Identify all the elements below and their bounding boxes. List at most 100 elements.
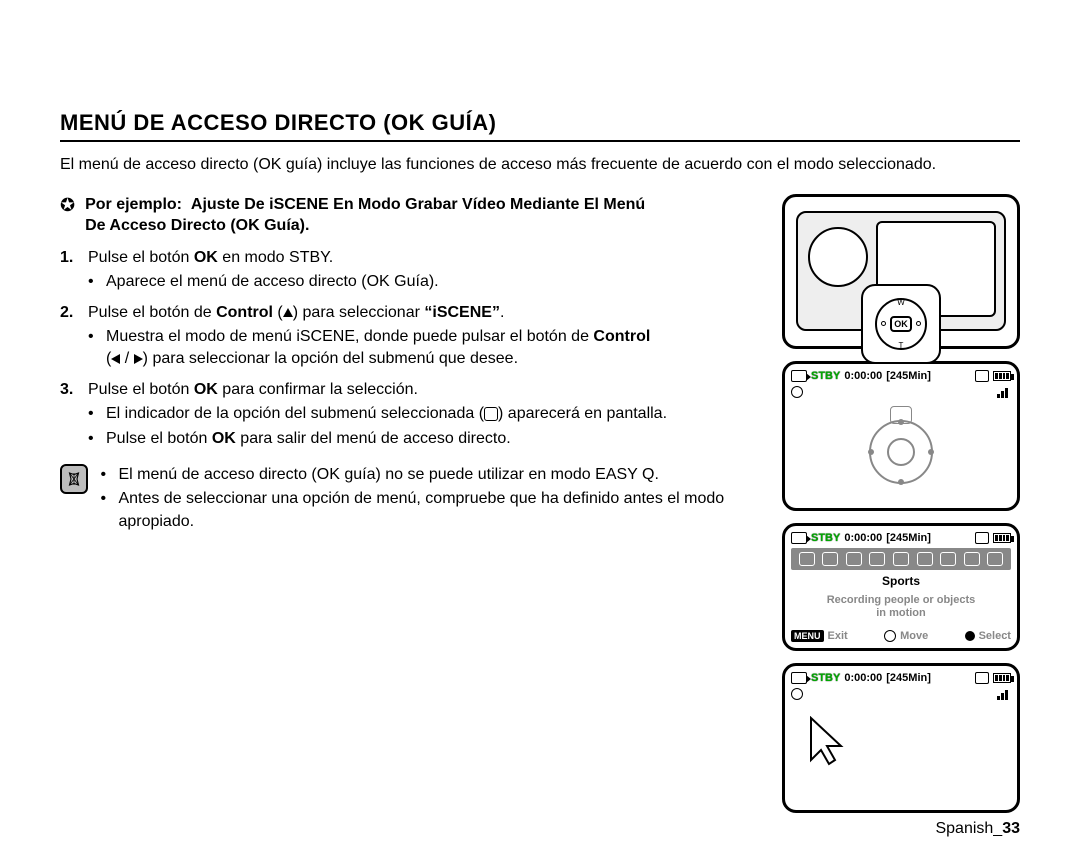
ok-button-icon: OK: [890, 316, 912, 332]
rec-time: 0:00:00: [844, 532, 882, 544]
scene-icon-3: [846, 552, 862, 566]
example-line2: De Acceso Directo (OK Guía).: [85, 217, 309, 234]
lcd1-body: [791, 402, 1011, 502]
lcd3-second-bar: [791, 688, 1011, 700]
battery-icon: [993, 533, 1011, 543]
right-column: W OK T STBY 0:00:00 [245Min]: [782, 194, 1020, 813]
footer-page: 33: [1002, 820, 1020, 837]
s2b1-d: /: [120, 350, 133, 367]
select-icon: [965, 631, 975, 641]
rec-time: 0:00:00: [844, 370, 882, 382]
zoom-w-label: W: [897, 298, 905, 307]
battery-icon: [993, 673, 1011, 683]
content-columns: ✪ Por ejemplo: Ajuste De iSCENE En Modo …: [60, 194, 1020, 813]
title-row: MENÚ DE ACCESO DIRECTO (OK GUÍA): [60, 110, 1020, 142]
rec-time: 0:00:00: [844, 672, 882, 684]
s2-frag-a: Pulse el botón de: [88, 304, 216, 321]
s1-bullet-1: Aparece el menú de acceso directo (OK Gu…: [88, 271, 762, 293]
s2-frag-e: “iSCENE”: [424, 304, 500, 321]
battery-icon: [993, 371, 1011, 381]
lcd1-second-bar: [791, 386, 1011, 398]
step-1: Pulse el botón OK en modo STBY. Aparece …: [60, 247, 762, 294]
scene-icon-5: [893, 552, 909, 566]
scene-icon-2: [822, 552, 838, 566]
step-2-bullets: Muestra el modo de menú iSCENE, donde pu…: [88, 326, 762, 371]
scene-icon-1: [799, 552, 815, 566]
scene-icon-6: [917, 552, 933, 566]
video-mode-icon: [791, 532, 807, 544]
example-text: Por ejemplo: Ajuste De iSCENE En Modo Gr…: [85, 194, 645, 237]
remain-time: [245Min]: [886, 370, 931, 382]
scene-icon-9: [987, 552, 1003, 566]
note-list: El menú de acceso directo (OK guía) no s…: [100, 464, 762, 535]
s3b1-b: ) aparecerá en pantalla.: [498, 405, 667, 422]
s3-frag-c: para confirmar la selección.: [218, 381, 418, 398]
card-icon: [975, 532, 989, 544]
remain-time: [245Min]: [886, 532, 931, 544]
move-icon: [884, 630, 896, 642]
scene-icon-4: [869, 552, 885, 566]
s2-frag-c: (: [273, 304, 283, 321]
s3b2-a: Pulse el botón: [106, 430, 212, 447]
scene-desc-line1: Recording people or objects: [827, 594, 976, 606]
note-block: El menú de acceso directo (OK guía) no s…: [60, 464, 762, 535]
lcd3-status-bar: STBY 0:00:00 [245Min]: [791, 672, 1011, 684]
s3-bullet-1: El indicador de la opción del submenú se…: [88, 403, 762, 425]
note-1: El menú de acceso directo (OK guía) no s…: [100, 464, 762, 486]
stby-label: STBY: [811, 370, 840, 382]
camcorder-illustration: W OK T: [782, 194, 1020, 349]
lcd-screen-3: STBY 0:00:00 [245Min]: [782, 663, 1020, 813]
scene-icon-7: [940, 552, 956, 566]
left-dot-icon: [881, 321, 886, 326]
s3b1-a: El indicador de la opción del submenú se…: [106, 405, 484, 422]
scene-desc-line2: in motion: [876, 607, 926, 619]
s3-bullet-2: Pulse el botón OK para salir del menú de…: [88, 428, 762, 450]
rec-dot-icon: [791, 688, 803, 700]
quality-bars-icon: [997, 386, 1011, 398]
selected-scene-label: Sports: [791, 574, 1011, 588]
menu-chip: MENU: [791, 630, 824, 642]
s2-frag-f: .: [500, 304, 504, 321]
s2-frag-b: Control: [216, 304, 273, 321]
example-label: Por ejemplo:: [85, 196, 182, 213]
rec-dot-icon: [791, 386, 803, 398]
s2b1-e: ) para seleccionar la opción del submenú…: [143, 350, 518, 367]
page-title: MENÚ DE ACCESO DIRECTO (OK GUÍA): [60, 110, 1020, 140]
left-column: ✪ Por ejemplo: Ajuste De iSCENE En Modo …: [60, 194, 762, 813]
stby-label: STBY: [811, 672, 840, 684]
footer-lang: Spanish_: [935, 820, 1002, 837]
scene-description: Recording people or objects in motion: [791, 594, 1011, 620]
s1-frag-b: OK: [194, 249, 218, 266]
lcd-screen-1: STBY 0:00:00 [245Min]: [782, 361, 1020, 511]
lcd2-status-bar: STBY 0:00:00 [245Min]: [791, 532, 1011, 544]
iscene-strip: [791, 548, 1011, 570]
ok-control-pad: W OK T: [861, 284, 941, 364]
video-mode-icon: [791, 672, 807, 684]
move-label: Move: [900, 630, 928, 642]
sports-mode-icon: [484, 407, 498, 421]
s3b2-b: OK: [212, 430, 236, 447]
cursor-arrow-icon: [809, 716, 849, 771]
step-1-bullets: Aparece el menú de acceso directo (OK Gu…: [88, 271, 762, 293]
lcd3-body: [791, 704, 1011, 804]
s3-frag-b: OK: [194, 381, 218, 398]
intro-text: El menú de acceso directo (OK guía) incl…: [60, 154, 990, 176]
right-dot-icon: [916, 321, 921, 326]
page-footer: Spanish_33: [935, 820, 1020, 838]
up-arrow-icon: [283, 308, 293, 317]
s1-frag-c: en modo STBY.: [218, 249, 333, 266]
zoom-t-label: T: [899, 341, 904, 350]
ok-ring-icon: [869, 420, 933, 484]
scene-icon-8: [964, 552, 980, 566]
s2-bullet-1: Muestra el modo de menú iSCENE, donde pu…: [88, 326, 762, 371]
ok-wheel: W OK T: [875, 298, 927, 350]
s2b1-b: Control: [593, 328, 650, 345]
step-2: Pulse el botón de Control ( ) para selecc…: [60, 302, 762, 371]
card-icon: [975, 672, 989, 684]
note-2: Antes de seleccionar una opción de menú,…: [100, 488, 762, 533]
right-arrow-icon: [134, 354, 143, 364]
steps-list: Pulse el botón OK en modo STBY. Aparece …: [60, 247, 762, 450]
s2-frag-d: ) para seleccionar: [293, 304, 425, 321]
exit-label: Exit: [828, 630, 848, 642]
quality-bars-icon: [997, 688, 1011, 700]
